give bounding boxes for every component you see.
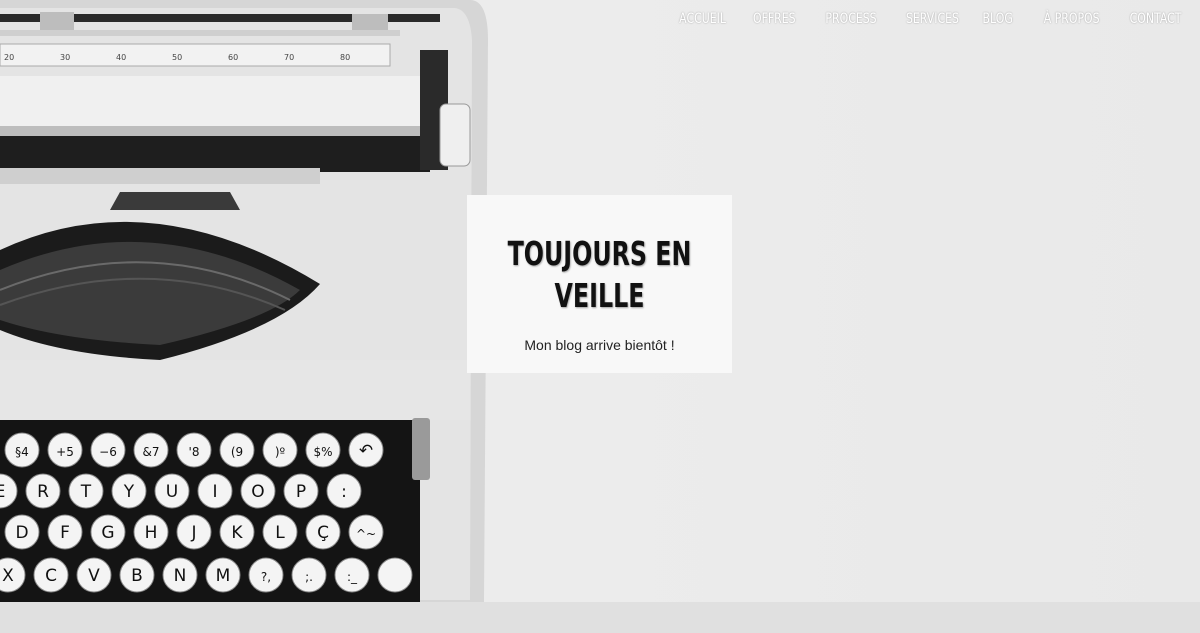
typewriter-key: G bbox=[90, 514, 126, 550]
typewriter-key: Ç bbox=[305, 514, 341, 550]
svg-text:↶: ↶ bbox=[359, 441, 373, 461]
svg-text:$%: $% bbox=[313, 445, 332, 459]
svg-text:Ç: Ç bbox=[317, 523, 329, 543]
svg-text::: : bbox=[341, 482, 347, 502]
svg-text:P: P bbox=[296, 482, 306, 502]
nav-link-services[interactable]: SERVICES bbox=[906, 11, 959, 27]
typewriter-key: ^~ bbox=[348, 514, 384, 550]
typewriter-key: D bbox=[4, 514, 40, 550]
hero-section: 20 30 40 50 60 70 80 §4 +5 −6&7 '8 (9 )º $% ↶ E R T Y U I O P… bbox=[0, 0, 1200, 602]
svg-text:G: G bbox=[101, 523, 114, 543]
typewriter-key: )º bbox=[262, 432, 298, 468]
svg-text:I: I bbox=[212, 482, 217, 502]
svg-text:J: J bbox=[190, 523, 196, 543]
svg-text:F: F bbox=[60, 523, 70, 543]
footer-strip bbox=[0, 602, 1200, 633]
nav-link-contact[interactable]: CONTACT bbox=[1129, 11, 1181, 27]
typewriter-key: +5 bbox=[47, 432, 83, 468]
svg-text:'8: '8 bbox=[189, 445, 200, 459]
svg-text:(9: (9 bbox=[231, 445, 243, 459]
typewriter-key: §4 bbox=[4, 432, 40, 468]
nav-link-offres[interactable]: OFFRES bbox=[753, 11, 796, 27]
svg-text:T: T bbox=[80, 482, 92, 502]
svg-text:N: N bbox=[174, 566, 187, 586]
svg-text::_: :_ bbox=[347, 570, 358, 584]
svg-text:R: R bbox=[37, 482, 49, 502]
nav-link-process[interactable]: PROCESS bbox=[825, 11, 876, 27]
typewriter-key: : bbox=[326, 473, 362, 509]
typewriter-key: ↶ bbox=[348, 432, 384, 468]
svg-text:V: V bbox=[88, 566, 100, 586]
ruler-number: 30 bbox=[60, 53, 70, 62]
svg-text:K: K bbox=[231, 523, 243, 543]
typewriter-key: J bbox=[176, 514, 212, 550]
nav-link-blog[interactable]: BLOG bbox=[983, 11, 1013, 27]
ruler-number: 40 bbox=[116, 53, 126, 62]
typewriter-key: M bbox=[205, 557, 241, 593]
ruler-number: 20 bbox=[4, 53, 14, 62]
typewriter-key: '8 bbox=[176, 432, 212, 468]
ruler-number: 80 bbox=[340, 53, 350, 62]
typewriter-key: Y bbox=[111, 473, 147, 509]
typewriter-key: $% bbox=[305, 432, 341, 468]
nav-link-a-propos[interactable]: À PROPOS bbox=[1044, 11, 1100, 27]
svg-text:Y: Y bbox=[123, 482, 135, 502]
typewriter-key: C bbox=[33, 557, 69, 593]
typewriter-key: B bbox=[119, 557, 155, 593]
typewriter-key: I bbox=[197, 473, 233, 509]
svg-text:E: E bbox=[0, 482, 5, 502]
svg-text:B: B bbox=[131, 566, 143, 586]
svg-text:D: D bbox=[15, 523, 28, 543]
svg-text:)º: )º bbox=[275, 445, 286, 459]
typewriter-key: T bbox=[68, 473, 104, 509]
typewriter-key: :_ bbox=[334, 557, 370, 593]
svg-text:§4: §4 bbox=[15, 445, 29, 459]
page-subtitle: Mon blog arrive bientôt ! bbox=[524, 337, 675, 353]
svg-text:M: M bbox=[216, 566, 231, 586]
ruler-number: 60 bbox=[228, 53, 238, 62]
svg-text:C: C bbox=[45, 566, 57, 586]
typewriter-image: 20 30 40 50 60 70 80 §4 +5 −6&7 '8 (9 )º $% ↶ E R T Y U I O P… bbox=[0, 0, 488, 602]
typewriter-key: H bbox=[133, 514, 169, 550]
typewriter-key: V bbox=[76, 557, 112, 593]
svg-text:^~: ^~ bbox=[356, 527, 376, 541]
svg-text:?,: ?, bbox=[261, 570, 271, 584]
ruler-number: 50 bbox=[172, 53, 182, 62]
typewriter-key: K bbox=[219, 514, 255, 550]
typewriter-key: (9 bbox=[219, 432, 255, 468]
coming-soon-card: TOUJOURS EN VEILLE Mon blog arrive bient… bbox=[467, 195, 732, 373]
svg-text:U: U bbox=[166, 482, 178, 502]
svg-text:&7: &7 bbox=[143, 445, 160, 459]
svg-text:X: X bbox=[2, 566, 14, 586]
typewriter-key: F bbox=[47, 514, 83, 550]
nav-link-accueil[interactable]: ACCUEIL bbox=[679, 11, 726, 27]
svg-text:L: L bbox=[275, 523, 285, 543]
typewriter-key: &7 bbox=[133, 432, 169, 468]
typewriter-key: −6 bbox=[90, 432, 126, 468]
svg-text:H: H bbox=[145, 523, 158, 543]
typewriter-key: U bbox=[154, 473, 190, 509]
page-title: TOUJOURS EN VEILLE bbox=[507, 234, 692, 315]
svg-text:−6: −6 bbox=[99, 445, 117, 459]
svg-text:O: O bbox=[251, 482, 264, 502]
typewriter-key: N bbox=[162, 557, 198, 593]
svg-text:;.: ;. bbox=[305, 570, 313, 584]
typewriter-key: L bbox=[262, 514, 298, 550]
ruler-number: 70 bbox=[284, 53, 294, 62]
typewriter-key: ?, bbox=[248, 557, 284, 593]
svg-text:+5: +5 bbox=[56, 445, 74, 459]
typewriter-key: R bbox=[25, 473, 61, 509]
typewriter-key: P bbox=[283, 473, 319, 509]
main-nav: ACCUEIL OFFRES PROCESS SERVICES BLOG À P… bbox=[666, 11, 1181, 27]
typewriter-key bbox=[377, 557, 413, 593]
typewriter-key: ;. bbox=[291, 557, 327, 593]
typewriter-key: O bbox=[240, 473, 276, 509]
